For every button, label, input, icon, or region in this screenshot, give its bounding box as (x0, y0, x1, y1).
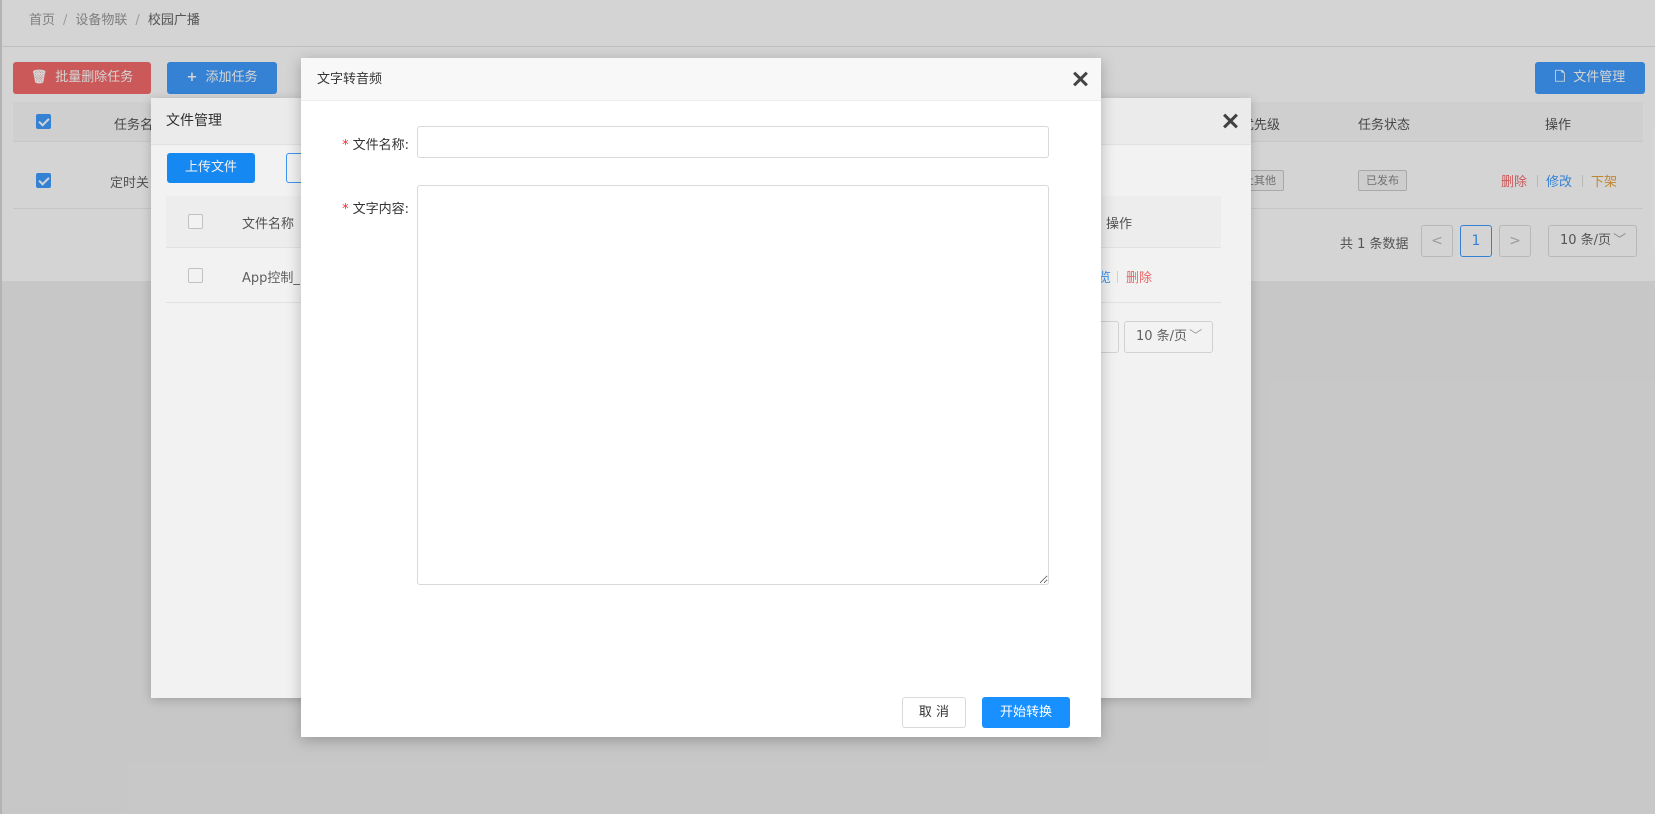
file-name-label: * 文件名称: (301, 134, 409, 153)
start-convert-label: 开始转换 (999, 705, 1052, 720)
content-label: * 文字内容: (301, 198, 409, 217)
tts-dialog-title: 文字转音频 (301, 58, 1101, 101)
required-mark: * (342, 202, 349, 217)
start-convert-button[interactable]: 开始转换 (982, 697, 1070, 728)
content-textarea[interactable] (417, 185, 1049, 585)
cancel-button[interactable]: 取 消 (902, 697, 966, 728)
file-name-label-text: 文件名称: (352, 138, 409, 153)
file-name-input[interactable] (417, 126, 1049, 158)
close-icon[interactable] (1071, 70, 1089, 88)
required-mark: * (342, 138, 349, 153)
content-label-text: 文字内容: (352, 202, 409, 217)
text-to-audio-dialog: 文字转音频 * 文件名称: * 文字内容: 取 消 开始转换 (301, 58, 1101, 737)
